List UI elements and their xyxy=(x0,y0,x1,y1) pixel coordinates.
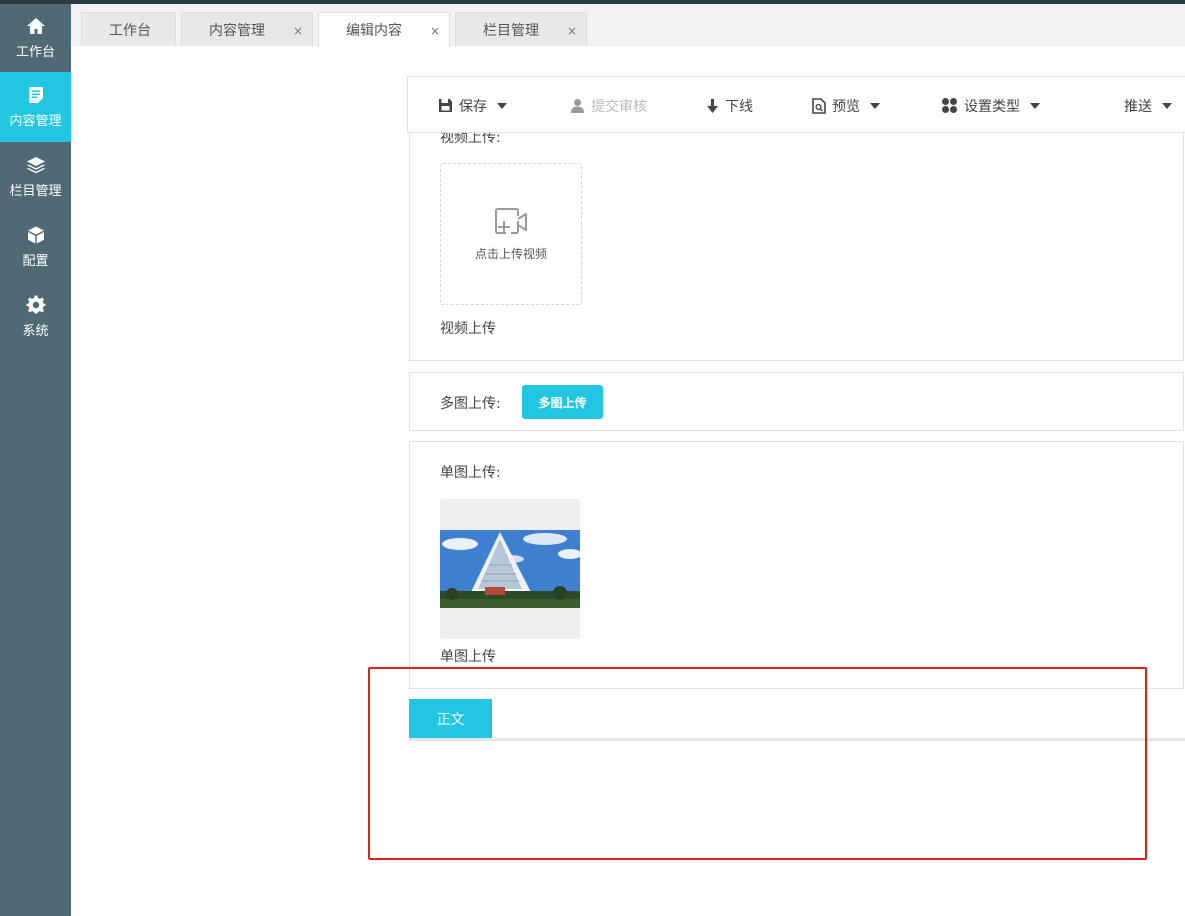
multi-image-panel: 多图上传: 多图上传 xyxy=(409,372,1184,431)
single-image-caption: 单图上传 xyxy=(440,649,496,665)
save-button[interactable]: 保存 xyxy=(438,77,507,134)
user-icon xyxy=(571,99,584,113)
grid-icon xyxy=(942,98,957,113)
single-image-thumbnail[interactable] xyxy=(440,499,580,639)
offline-button[interactable]: 下线 xyxy=(706,77,753,134)
sidebar-item-label: 内容管理 xyxy=(9,114,62,129)
file-search-icon xyxy=(812,97,826,114)
sidebar-item-columns[interactable]: 栏目管理 xyxy=(0,142,71,212)
tab-workbench[interactable]: 工作台 xyxy=(81,12,176,46)
close-icon[interactable]: × xyxy=(430,24,440,38)
video-add-icon xyxy=(495,207,527,234)
tab-column-management[interactable]: 栏目管理 × xyxy=(455,12,587,46)
video-upload-panel: 视频上传: 点击上传视频 视频上传 xyxy=(409,130,1184,361)
sidebar-item-workbench[interactable]: 工作台 xyxy=(0,4,71,72)
preview-label: 预览 xyxy=(832,98,860,115)
save-icon xyxy=(439,99,452,112)
submit-review-button[interactable]: 提交审核 xyxy=(570,77,647,134)
sidebar-item-label: 工作台 xyxy=(15,45,55,60)
cube-icon xyxy=(27,226,44,244)
set-type-button[interactable]: 设置类型 xyxy=(941,77,1040,134)
video-upload-text: 点击上传视频 xyxy=(474,246,547,261)
close-icon[interactable]: × xyxy=(567,24,577,38)
push-button[interactable]: 推送 xyxy=(1124,77,1172,134)
sidebar-item-label: 系统 xyxy=(22,324,49,339)
sidebar-item-content[interactable]: 内容管理 xyxy=(0,72,71,142)
gear-icon xyxy=(25,295,45,314)
tab-label: 编辑内容 xyxy=(346,23,402,39)
single-image-label: 单图上传: xyxy=(440,465,501,481)
tab-edit-content[interactable]: 编辑内容 × xyxy=(318,12,450,47)
highlight-box xyxy=(368,667,1147,860)
sidebar-item-label: 配置 xyxy=(22,254,49,269)
tab-label: 内容管理 xyxy=(209,22,265,39)
tab-label: 栏目管理 xyxy=(483,22,539,39)
chevron-down-icon xyxy=(1162,102,1172,109)
tab-content-management[interactable]: 内容管理 × xyxy=(181,12,313,46)
multi-image-upload-button[interactable]: 多图上传 xyxy=(522,385,603,419)
tab-bar: 工作台 内容管理 × 编辑内容 × 栏目管理 × xyxy=(71,4,1185,47)
submit-review-label: 提交审核 xyxy=(591,98,647,115)
sidebar-item-config[interactable]: 配置 xyxy=(0,212,71,282)
close-icon[interactable]: × xyxy=(293,24,303,38)
layers-icon xyxy=(26,157,45,174)
save-label: 保存 xyxy=(459,98,487,115)
home-icon xyxy=(26,18,45,34)
chevron-down-icon xyxy=(870,102,880,109)
push-label: 推送 xyxy=(1124,98,1152,115)
tab-label: 工作台 xyxy=(109,22,151,39)
multi-image-label: 多图上传: xyxy=(440,396,501,412)
sidebar-item-label: 栏目管理 xyxy=(9,184,62,199)
editor-toolbar: 保存 提交审核 下线 预览 设置类型 推送 xyxy=(407,76,1185,133)
preview-button[interactable]: 预览 xyxy=(812,77,880,134)
offline-label: 下线 xyxy=(725,98,753,115)
document-icon xyxy=(28,87,43,103)
sidebar: 工作台 内容管理 栏目管理 配置 系统 xyxy=(0,4,71,916)
arrow-down-icon xyxy=(707,98,718,113)
set-type-label: 设置类型 xyxy=(964,98,1020,115)
sidebar-item-system[interactable]: 系统 xyxy=(0,282,71,352)
building-photo xyxy=(440,530,580,608)
chevron-down-icon xyxy=(497,102,507,109)
single-image-panel: 单图上传: 单图上传 xyxy=(409,441,1184,689)
chevron-down-icon xyxy=(1030,102,1040,109)
video-upload-box[interactable]: 点击上传视频 xyxy=(440,163,582,305)
video-upload-caption: 视频上传 xyxy=(440,321,496,337)
